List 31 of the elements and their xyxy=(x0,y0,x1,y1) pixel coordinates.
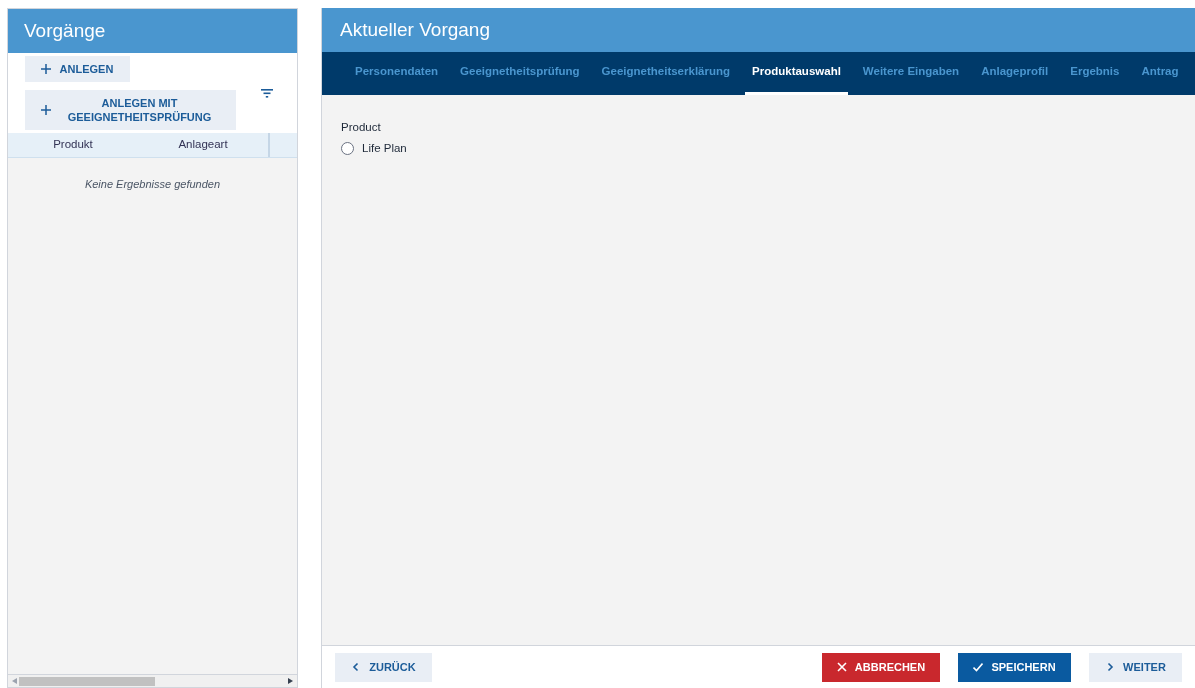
plus-icon xyxy=(41,105,51,115)
scroll-left-icon[interactable] xyxy=(12,678,17,684)
tab[interactable]: Anlageprofil xyxy=(974,52,1056,95)
tab[interactable]: Ergebnis xyxy=(1063,52,1127,95)
tab[interactable]: Weitere Eingaben xyxy=(855,52,967,95)
option-label[interactable]: Life Plan xyxy=(362,140,407,158)
field-label: Product xyxy=(341,120,382,135)
save-button[interactable]: SPEICHERN xyxy=(958,652,1071,682)
scrollbar-thumb[interactable] xyxy=(19,676,155,686)
close-icon xyxy=(836,662,847,672)
column-header[interactable]: Produkt xyxy=(8,136,138,154)
sidebar-title: Vorgänge xyxy=(24,18,106,43)
next-button[interactable]: WEITER xyxy=(1089,652,1182,682)
tab[interactable]: Personendaten xyxy=(348,52,446,95)
tab[interactable]: Geeignetheitsprüfung xyxy=(453,52,587,95)
tab[interactable]: Antrag xyxy=(1134,52,1186,95)
scroll-right-icon[interactable] xyxy=(288,678,293,684)
checkmark-icon xyxy=(973,662,984,672)
tab[interactable]: Geeignetheitserklärung xyxy=(594,52,738,95)
empty-message: Keine Ergebnisse gefunden xyxy=(84,178,221,190)
main-title: Aktueller Vorgang xyxy=(340,17,490,42)
chevron-right-icon xyxy=(1105,662,1116,672)
radio-button[interactable] xyxy=(341,142,354,156)
filter-icon[interactable] xyxy=(261,88,273,98)
create-button[interactable]: ANLEGEN xyxy=(25,56,130,82)
horizontal-scrollbar[interactable] xyxy=(8,674,297,687)
create-button[interactable]: ANLEGEN MIT GEEIGNETHEITSPRÜFUNG xyxy=(25,90,236,130)
plus-icon xyxy=(41,64,51,74)
cancel-button[interactable]: ABBRECHEN xyxy=(822,652,940,682)
column-header[interactable]: Anlageart xyxy=(138,133,270,157)
back-button[interactable]: ZURÜCK xyxy=(335,652,432,682)
